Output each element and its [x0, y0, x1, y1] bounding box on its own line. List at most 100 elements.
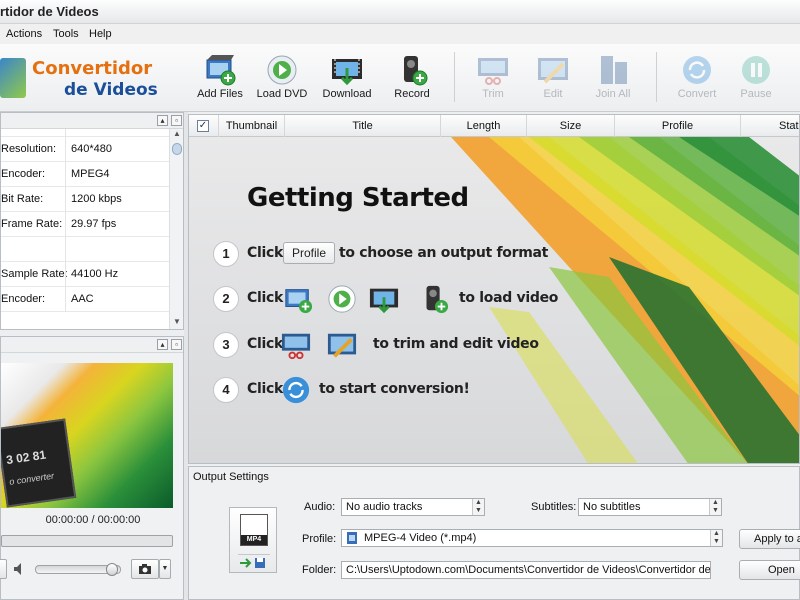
add-files-icon — [206, 55, 236, 86]
edit-button[interactable]: Edit — [523, 52, 583, 104]
close-panel-button[interactable]: ▫ — [171, 115, 182, 126]
subtitles-label: Subtitles: — [531, 501, 577, 513]
clapper-text: 3 02 81 — [5, 447, 47, 468]
trim-button[interactable]: Trim — [463, 52, 523, 104]
scrollbar-thumb[interactable] — [172, 143, 182, 155]
record-button[interactable]: Record — [382, 52, 442, 104]
toolbar-separator — [656, 52, 657, 102]
select-all-checkbox[interactable]: ✓ — [197, 120, 209, 132]
convert-label: Convert — [677, 88, 717, 100]
select-all-column[interactable]: ✓ — [189, 115, 219, 137]
column-title[interactable]: Title — [285, 115, 441, 137]
stop-button[interactable] — [0, 559, 7, 579]
property-row: Encoder: AAC — [1, 287, 183, 312]
logo-text-line2: de Videos — [64, 80, 158, 100]
camera-icon — [139, 564, 151, 574]
properties-scrollbar[interactable]: ▲ ▼ — [169, 129, 183, 329]
snapshot-button[interactable] — [131, 559, 159, 579]
spinner-icon[interactable]: ▲ ▼ — [472, 499, 484, 515]
window-title: rtidor de Videos — [0, 4, 99, 19]
property-value: MPEG4 — [71, 168, 110, 180]
property-list: Resolution: 640*480 Encoder: MPEG4 Bit R… — [1, 129, 183, 312]
join-all-button[interactable]: Join All — [583, 52, 643, 104]
seek-bar[interactable] — [1, 535, 173, 547]
load-dvd-label: Load DVD — [256, 88, 308, 100]
collapse-button[interactable]: ▴ — [157, 339, 168, 350]
step-text: to trim and edit video — [373, 336, 539, 352]
app-logo: Convertidor de Videos — [0, 50, 170, 106]
mp4-format-icon: MP4 — [240, 514, 268, 546]
step-text: to choose an output format — [339, 245, 549, 261]
spinner-icon[interactable]: ▲ ▼ — [710, 530, 722, 546]
profile-button[interactable]: Profile — [283, 242, 336, 264]
subtitles-select[interactable]: No subtitles ▲ ▼ — [578, 498, 722, 516]
video-preview: 3 02 81 o converter — [1, 363, 173, 508]
step-click-text: Click — [247, 336, 283, 352]
edit-icon[interactable] — [327, 330, 357, 360]
scroll-down-icon[interactable]: ▼ — [172, 317, 182, 327]
toolbar-separator — [454, 52, 455, 102]
download-label: Download — [322, 88, 372, 100]
property-row — [1, 129, 183, 137]
property-key: Bit Rate: — [1, 193, 44, 205]
close-panel-button[interactable]: ▫ — [171, 339, 182, 350]
preview-panel: ▴ ▫ 3 02 81 o converter 00:00:00 / 00:00… — [0, 336, 184, 600]
trim-icon[interactable] — [281, 330, 311, 360]
getting-started-title: Getting Started — [247, 183, 469, 213]
record-icon[interactable] — [419, 284, 449, 314]
property-row: Bit Rate: 1200 kbps — [1, 187, 183, 212]
download-icon[interactable] — [369, 284, 399, 314]
load-dvd-icon — [267, 55, 297, 85]
column-length[interactable]: Length — [441, 115, 527, 137]
volume-icon[interactable] — [13, 562, 27, 576]
output-format-button[interactable]: MP4 — [229, 507, 277, 573]
pause-icon — [742, 56, 770, 84]
menu-tools[interactable]: Tools — [53, 28, 79, 40]
open-folder-button[interactable]: Open — [739, 560, 800, 580]
download-button[interactable]: Download — [317, 52, 377, 104]
output-settings-panel: Output Settings MP4 Audio: No audio trac… — [188, 466, 800, 600]
folder-label: Folder: — [302, 564, 337, 576]
property-value: 29.97 fps — [71, 218, 117, 230]
menu-help[interactable]: Help — [89, 28, 112, 40]
pause-button[interactable]: Pause — [726, 52, 786, 104]
property-key: Frame Rate: — [1, 218, 63, 230]
add-files-icon[interactable] — [283, 284, 313, 314]
volume-slider-knob[interactable] — [106, 563, 118, 576]
column-size[interactable]: Size — [527, 115, 615, 137]
volume-slider[interactable] — [35, 563, 121, 576]
scroll-up-icon[interactable]: ▲ — [172, 129, 182, 139]
title-bar: rtidor de Videos — [0, 0, 800, 24]
convert-button[interactable]: Convert — [667, 52, 727, 104]
convert-icon — [683, 56, 711, 84]
load-dvd-icon[interactable] — [327, 284, 357, 314]
menu-bar: Actions Tools Help — [0, 24, 800, 44]
column-profile[interactable]: Profile — [615, 115, 741, 137]
snapshot-dropdown-icon[interactable]: ▼ — [159, 559, 171, 579]
property-row — [1, 237, 183, 262]
apply-to-all-button[interactable]: Apply to a — [739, 529, 800, 549]
folder-input[interactable]: C:\Users\Uptodown.com\Documents\Converti… — [341, 561, 711, 579]
add-files-label: Add Files — [197, 88, 243, 100]
property-row: Frame Rate: 29.97 fps — [1, 212, 183, 237]
menu-actions[interactable]: Actions — [6, 28, 42, 40]
properties-panel-header: ▴ ▫ — [1, 113, 183, 129]
clapper-caption: o converter — [8, 470, 55, 487]
join-all-label: Join All — [595, 88, 631, 100]
add-files-button[interactable]: Add Files — [190, 52, 250, 104]
step-number: 1 — [213, 241, 239, 267]
profile-select[interactable]: MPEG-4 Video (*.mp4) ▲ ▼ — [341, 529, 723, 547]
spinner-icon[interactable]: ▲ ▼ — [709, 499, 721, 515]
step-number: 4 — [213, 377, 239, 403]
load-dvd-button[interactable]: Load DVD — [252, 52, 312, 104]
column-thumbnail[interactable]: Thumbnail — [219, 115, 285, 137]
convert-icon[interactable] — [281, 375, 311, 405]
step-number: 3 — [213, 332, 239, 358]
property-value: 640*480 — [71, 143, 112, 155]
property-value: AAC — [71, 293, 94, 305]
audio-select[interactable]: No audio tracks ▲ ▼ — [341, 498, 485, 516]
collapse-button[interactable]: ▴ — [157, 115, 168, 126]
column-status[interactable]: Statu — [741, 115, 799, 137]
clapperboard-image: 3 02 81 o converter — [1, 418, 77, 508]
save-arrow-icon — [240, 558, 265, 568]
